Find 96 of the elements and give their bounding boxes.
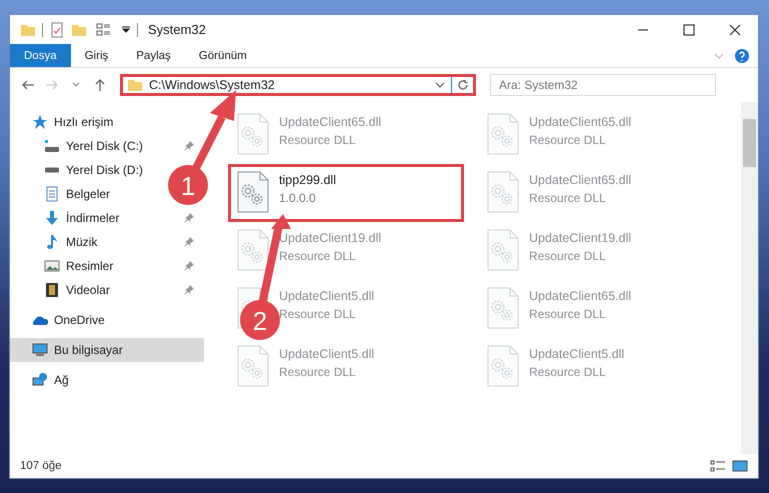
forward-arrow-icon xyxy=(45,79,59,91)
ribbon-tab[interactable]: Dosya xyxy=(10,44,71,67)
nav-label: Yerel Disk (C:) xyxy=(66,139,143,153)
file-detail: Resource DLL xyxy=(529,191,607,205)
search-field[interactable]: Ara: System32 xyxy=(490,74,716,96)
nav-label: Resimler xyxy=(66,259,114,273)
file-detail: Resource DLL xyxy=(529,365,607,379)
pin-icon xyxy=(184,141,194,151)
nav-item[interactable]: Ağ xyxy=(32,370,69,390)
nav-item[interactable]: Yerel Disk (C:) xyxy=(44,136,143,156)
address-path: C:\Windows\System32 xyxy=(149,78,276,92)
nav-label: Yerel Disk (D:) xyxy=(66,163,143,177)
highlighted-file-tile[interactable]: tipp299.dll 1.0.0.0 xyxy=(228,164,464,222)
nav-item[interactable]: Resimler xyxy=(44,256,114,276)
file-detail: Resource DLL xyxy=(529,307,607,321)
nav-label: İndirmeler xyxy=(66,211,120,225)
file-detail: 1.0.0.0 xyxy=(279,191,317,205)
pin-icon xyxy=(184,261,194,271)
image-icon xyxy=(44,258,60,274)
document-icon xyxy=(44,186,60,202)
file-detail: Resource DLL xyxy=(529,133,607,147)
dll-file-icon xyxy=(237,113,269,155)
file-detail: Resource DLL xyxy=(279,133,357,147)
back-arrow-icon xyxy=(21,79,35,91)
dll-file-icon xyxy=(487,113,519,155)
file-name: UpdateClient19.dll xyxy=(279,231,382,245)
file-detail: Resource DLL xyxy=(279,365,357,379)
nav-label: Bu bilgisayar xyxy=(54,343,123,357)
refresh-icon xyxy=(456,79,468,91)
callout-number: 1 xyxy=(180,171,196,201)
nav-item[interactable]: Bu bilgisayar xyxy=(32,340,123,360)
maximize-icon xyxy=(683,24,695,36)
ribbon-tab[interactable]: Giriş xyxy=(70,44,122,67)
dll-file-icon xyxy=(237,345,269,387)
file-detail: Resource DLL xyxy=(529,249,607,263)
nav-item[interactable]: Müzik xyxy=(44,232,98,252)
pin-icon xyxy=(184,237,194,247)
nav-label: Belgeler xyxy=(66,187,110,201)
file-name: UpdateClient65.dll xyxy=(279,115,382,129)
nav-item[interactable]: Belgeler xyxy=(44,184,110,204)
file-detail: Resource DLL xyxy=(279,249,357,263)
nav-label: Hızlı erişim xyxy=(54,115,114,129)
file-name: UpdateClient5.dll xyxy=(279,347,374,361)
ribbon-tab[interactable]: Görünüm xyxy=(184,44,261,67)
film-icon xyxy=(44,282,60,298)
file-name: UpdateClient5.dll xyxy=(279,289,374,303)
nav-item[interactable]: OneDrive xyxy=(32,310,105,330)
nav-item[interactable]: Yerel Disk (D:) xyxy=(44,160,143,180)
help-icon xyxy=(734,48,750,64)
callout-number: 2 xyxy=(252,306,268,336)
dll-file-icon xyxy=(487,287,519,329)
chevron-down-icon xyxy=(714,52,724,58)
down-arrow-icon xyxy=(44,210,60,226)
dll-file-icon xyxy=(237,229,269,271)
up-arrow-icon xyxy=(94,78,106,92)
music-note-icon xyxy=(44,234,60,250)
chevron-down-icon xyxy=(435,82,445,88)
pin-icon xyxy=(184,213,194,223)
dll-file-icon xyxy=(237,171,269,213)
pin-icon xyxy=(184,285,194,295)
scrollbar[interactable] xyxy=(741,102,758,454)
large-icons-view-icon xyxy=(732,458,748,474)
address-bar[interactable]: C:\Windows\System32 xyxy=(120,74,476,96)
monitor-icon xyxy=(32,342,48,358)
nav-label: OneDrive xyxy=(54,313,105,327)
nav-item[interactable]: Videolar xyxy=(44,280,110,300)
file-name: UpdateClient65.dll xyxy=(529,173,632,187)
window-title: System32 xyxy=(148,22,206,37)
dll-file-icon xyxy=(487,171,519,213)
network-icon xyxy=(32,372,48,388)
dll-file-icon xyxy=(487,229,519,271)
folder-icon xyxy=(127,77,143,93)
nav-item[interactable]: Hızlı erişim xyxy=(32,112,114,132)
nav-item[interactable]: İndirmeler xyxy=(44,208,120,228)
nav-label: Ağ xyxy=(54,373,69,387)
file-detail: Resource DLL xyxy=(279,307,357,321)
drive-icon xyxy=(44,167,60,173)
item-count: 107 öğe xyxy=(20,460,62,472)
file-name: UpdateClient5.dll xyxy=(529,347,624,361)
properties-icon xyxy=(49,22,65,38)
close-icon xyxy=(729,24,741,36)
scrollbar-thumb[interactable] xyxy=(743,119,756,167)
dll-file-icon xyxy=(487,345,519,387)
selected-nav-row[interactable]: Bu bilgisayar xyxy=(10,338,204,362)
nav-label: Müzik xyxy=(66,235,98,249)
ribbon-tab[interactable]: Paylaş xyxy=(122,44,185,67)
file-name: tipp299.dll xyxy=(279,173,336,187)
file-name: UpdateClient19.dll xyxy=(529,231,632,245)
dropdown-icon xyxy=(121,26,131,33)
details-view-icon xyxy=(710,458,726,474)
star-icon xyxy=(32,114,48,130)
chevron-down-icon xyxy=(72,82,80,88)
file-name: UpdateClient65.dll xyxy=(529,115,632,129)
nav-label: Videolar xyxy=(66,283,110,297)
drive-icon xyxy=(44,140,60,152)
file-name: UpdateClient65.dll xyxy=(529,289,632,303)
